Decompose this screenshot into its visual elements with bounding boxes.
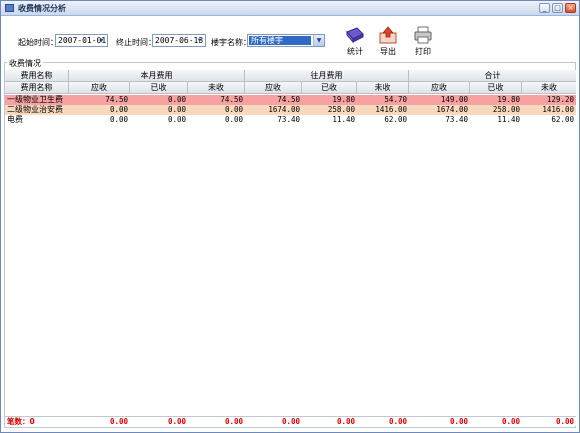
building-value: 所有楼宇 [249, 36, 311, 45]
amount-cell: 0.00 [167, 105, 186, 114]
sub-header-5[interactable]: 已收 [302, 82, 357, 94]
print-label: 打印 [415, 47, 431, 56]
sub-header-0[interactable]: 费用名称 [5, 82, 69, 94]
stats-button[interactable]: 统计 [340, 26, 370, 64]
amount-cell: 19.80 [497, 95, 520, 104]
amount-cell: 1416.00 [542, 105, 574, 114]
amount-cell: 1674.00 [436, 105, 468, 114]
fee-name-cell: 二级物业治安费 [7, 105, 63, 114]
amount-cell: 0.00 [109, 105, 128, 114]
amount-cell: 11.40 [497, 115, 520, 124]
table-row[interactable]: 二级物业治安费 0.00 0.00 0.00 1674.00 258.00 1416.00 1… [5, 105, 576, 115]
amount-cell: 74.50 [105, 95, 128, 104]
amount-cell: 0.00 [224, 105, 243, 114]
chevron-down-icon[interactable]: ▼ [313, 35, 324, 46]
stats-label: 统计 [347, 47, 363, 56]
building-select[interactable]: 所有楼宇 ▼ [247, 34, 325, 47]
amount-cell: 0.00 [109, 115, 128, 124]
sub-header-row: 费用名称 应收 已收 未收 应收 已收 未收 应收 已收 未收 [5, 82, 576, 94]
amount-cell: 74.50 [277, 95, 300, 104]
close-button[interactable]: × [565, 3, 576, 13]
amount-cell: 0.00 [167, 95, 186, 104]
group-header-row: 费用名称 本月费用 往月费用 合计 [5, 70, 576, 82]
footer-total-cell: 0.00 [501, 417, 520, 426]
chevron-down-icon[interactable]: ▼ [195, 36, 204, 45]
end-date-picker[interactable]: 2007-06-13 ▼ [152, 34, 206, 47]
fee-name-cell: 一级物业卫生费 [7, 95, 63, 104]
amount-cell: 11.40 [332, 115, 355, 124]
amount-cell: 129.20 [546, 95, 574, 104]
sub-header-7[interactable]: 应收 [409, 82, 470, 94]
totals-footer: 笔数：0 0.00 0.00 0.00 0.00 0.00 0.00 0.00 0.00 0.00 [5, 416, 576, 426]
book-icon [346, 27, 364, 44]
maximize-button[interactable]: □ [552, 3, 563, 13]
amount-cell: 258.00 [327, 105, 355, 114]
title-bar: 收费情况分析 _ □ × [1, 1, 579, 16]
table-row[interactable]: 电费 0.00 0.00 0.00 73.40 11.40 62.00 73.40 11.40 6… [5, 115, 576, 125]
fee-grid[interactable]: 费用名称 本月费用 往月费用 合计 费用名称 应收 已收 未收 应收 已收 未收 应收 已收 未收… [5, 70, 576, 426]
minimize-button[interactable]: _ [539, 3, 550, 13]
filter-toolbar: 起始时间： 2007-01-01 ▼ 终止时间： 2007-06-13 ▼ 楼宇… [1, 17, 579, 65]
footer-total-cell: 0.00 [336, 417, 355, 426]
sub-header-8[interactable]: 已收 [470, 82, 522, 94]
app-icon [5, 4, 14, 12]
footer-total-cell: 0.00 [167, 417, 186, 426]
sub-header-4[interactable]: 应收 [245, 82, 302, 94]
amount-cell: 0.00 [224, 115, 243, 124]
table-row[interactable]: 一级物业卫生费 74.50 0.00 74.50 74.50 19.80 54.70 149.… [5, 95, 576, 105]
amount-cell: 62.00 [384, 115, 407, 124]
sub-header-1[interactable]: 应收 [69, 82, 130, 94]
amount-cell: 73.40 [277, 115, 300, 124]
amount-cell: 1416.00 [375, 105, 407, 114]
amount-cell: 149.00 [440, 95, 468, 104]
footer-total-cell: 0.00 [109, 417, 128, 426]
sub-header-9[interactable]: 未收 [522, 82, 576, 94]
footer-total-cell: 0.00 [281, 417, 300, 426]
export-label: 导出 [380, 47, 396, 56]
print-button[interactable]: 打印 [408, 26, 438, 64]
sub-header-2[interactable]: 已收 [130, 82, 188, 94]
chevron-down-icon[interactable]: ▼ [97, 36, 106, 45]
footer-total-cell: 0.00 [555, 417, 574, 426]
building-label: 楼宇名称： [211, 38, 251, 47]
header-fee-name[interactable]: 费用名称 [5, 70, 69, 82]
end-date-label: 终止时间： [116, 38, 156, 47]
amount-cell: 1674.00 [268, 105, 300, 114]
fee-name-cell: 电费 [7, 115, 23, 124]
printer-icon [414, 26, 432, 44]
footer-total-cell: 0.00 [449, 417, 468, 426]
amount-cell: 258.00 [492, 105, 520, 114]
sub-header-3[interactable]: 未收 [188, 82, 245, 94]
footer-total-cell: 0.00 [224, 417, 243, 426]
header-prior-months[interactable]: 往月费用 [245, 70, 409, 82]
footer-total-cell: 0.00 [388, 417, 407, 426]
amount-cell: 62.00 [551, 115, 574, 124]
header-this-month[interactable]: 本月费用 [69, 70, 245, 82]
footer-count: 笔数：0 [7, 417, 35, 426]
start-date-label: 起始时间： [18, 38, 58, 47]
amount-cell: 0.00 [167, 115, 186, 124]
export-icon [379, 26, 397, 44]
window-title: 收费情况分析 [18, 4, 66, 13]
amount-cell: 73.40 [445, 115, 468, 124]
export-button[interactable]: 导出 [373, 26, 403, 64]
report-window: 收费情况分析 _ □ × 起始时间： 2007-01-01 ▼ 终止时间： 20… [0, 0, 580, 433]
amount-cell: 19.80 [332, 95, 355, 104]
sub-header-6[interactable]: 未收 [357, 82, 409, 94]
header-total[interactable]: 合计 [409, 70, 576, 82]
amount-cell: 54.70 [384, 95, 407, 104]
amount-cell: 74.50 [220, 95, 243, 104]
groupbox-label: 收费情况 [7, 58, 43, 69]
start-date-picker[interactable]: 2007-01-01 ▼ [55, 34, 108, 47]
